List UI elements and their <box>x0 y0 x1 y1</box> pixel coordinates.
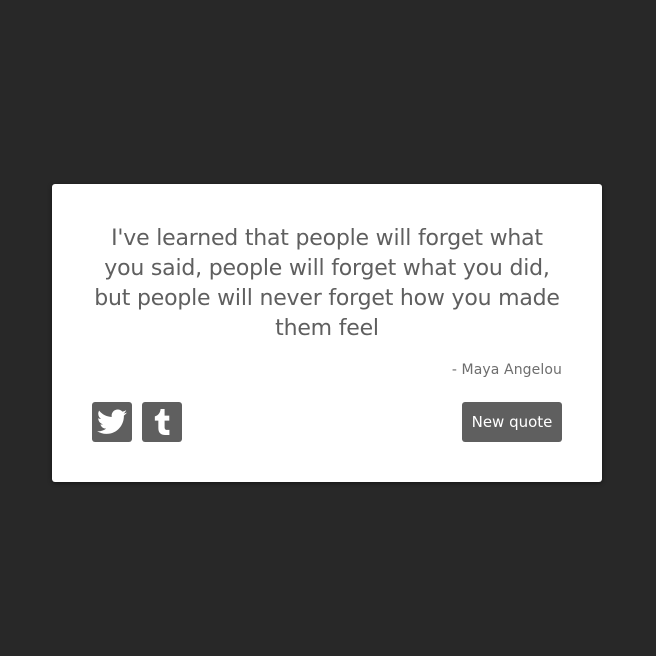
new-quote-button[interactable]: New quote <box>462 402 562 442</box>
quote-card: I've learned that people will forget wha… <box>52 184 602 482</box>
tumblr-share-button[interactable] <box>142 402 182 442</box>
tweet-quote-button[interactable] <box>92 402 132 442</box>
tumblr-icon <box>154 409 170 435</box>
quote-author: - Maya Angelou <box>451 362 562 378</box>
twitter-icon <box>97 409 127 435</box>
quote-text: I've learned that people will forget wha… <box>94 226 560 341</box>
